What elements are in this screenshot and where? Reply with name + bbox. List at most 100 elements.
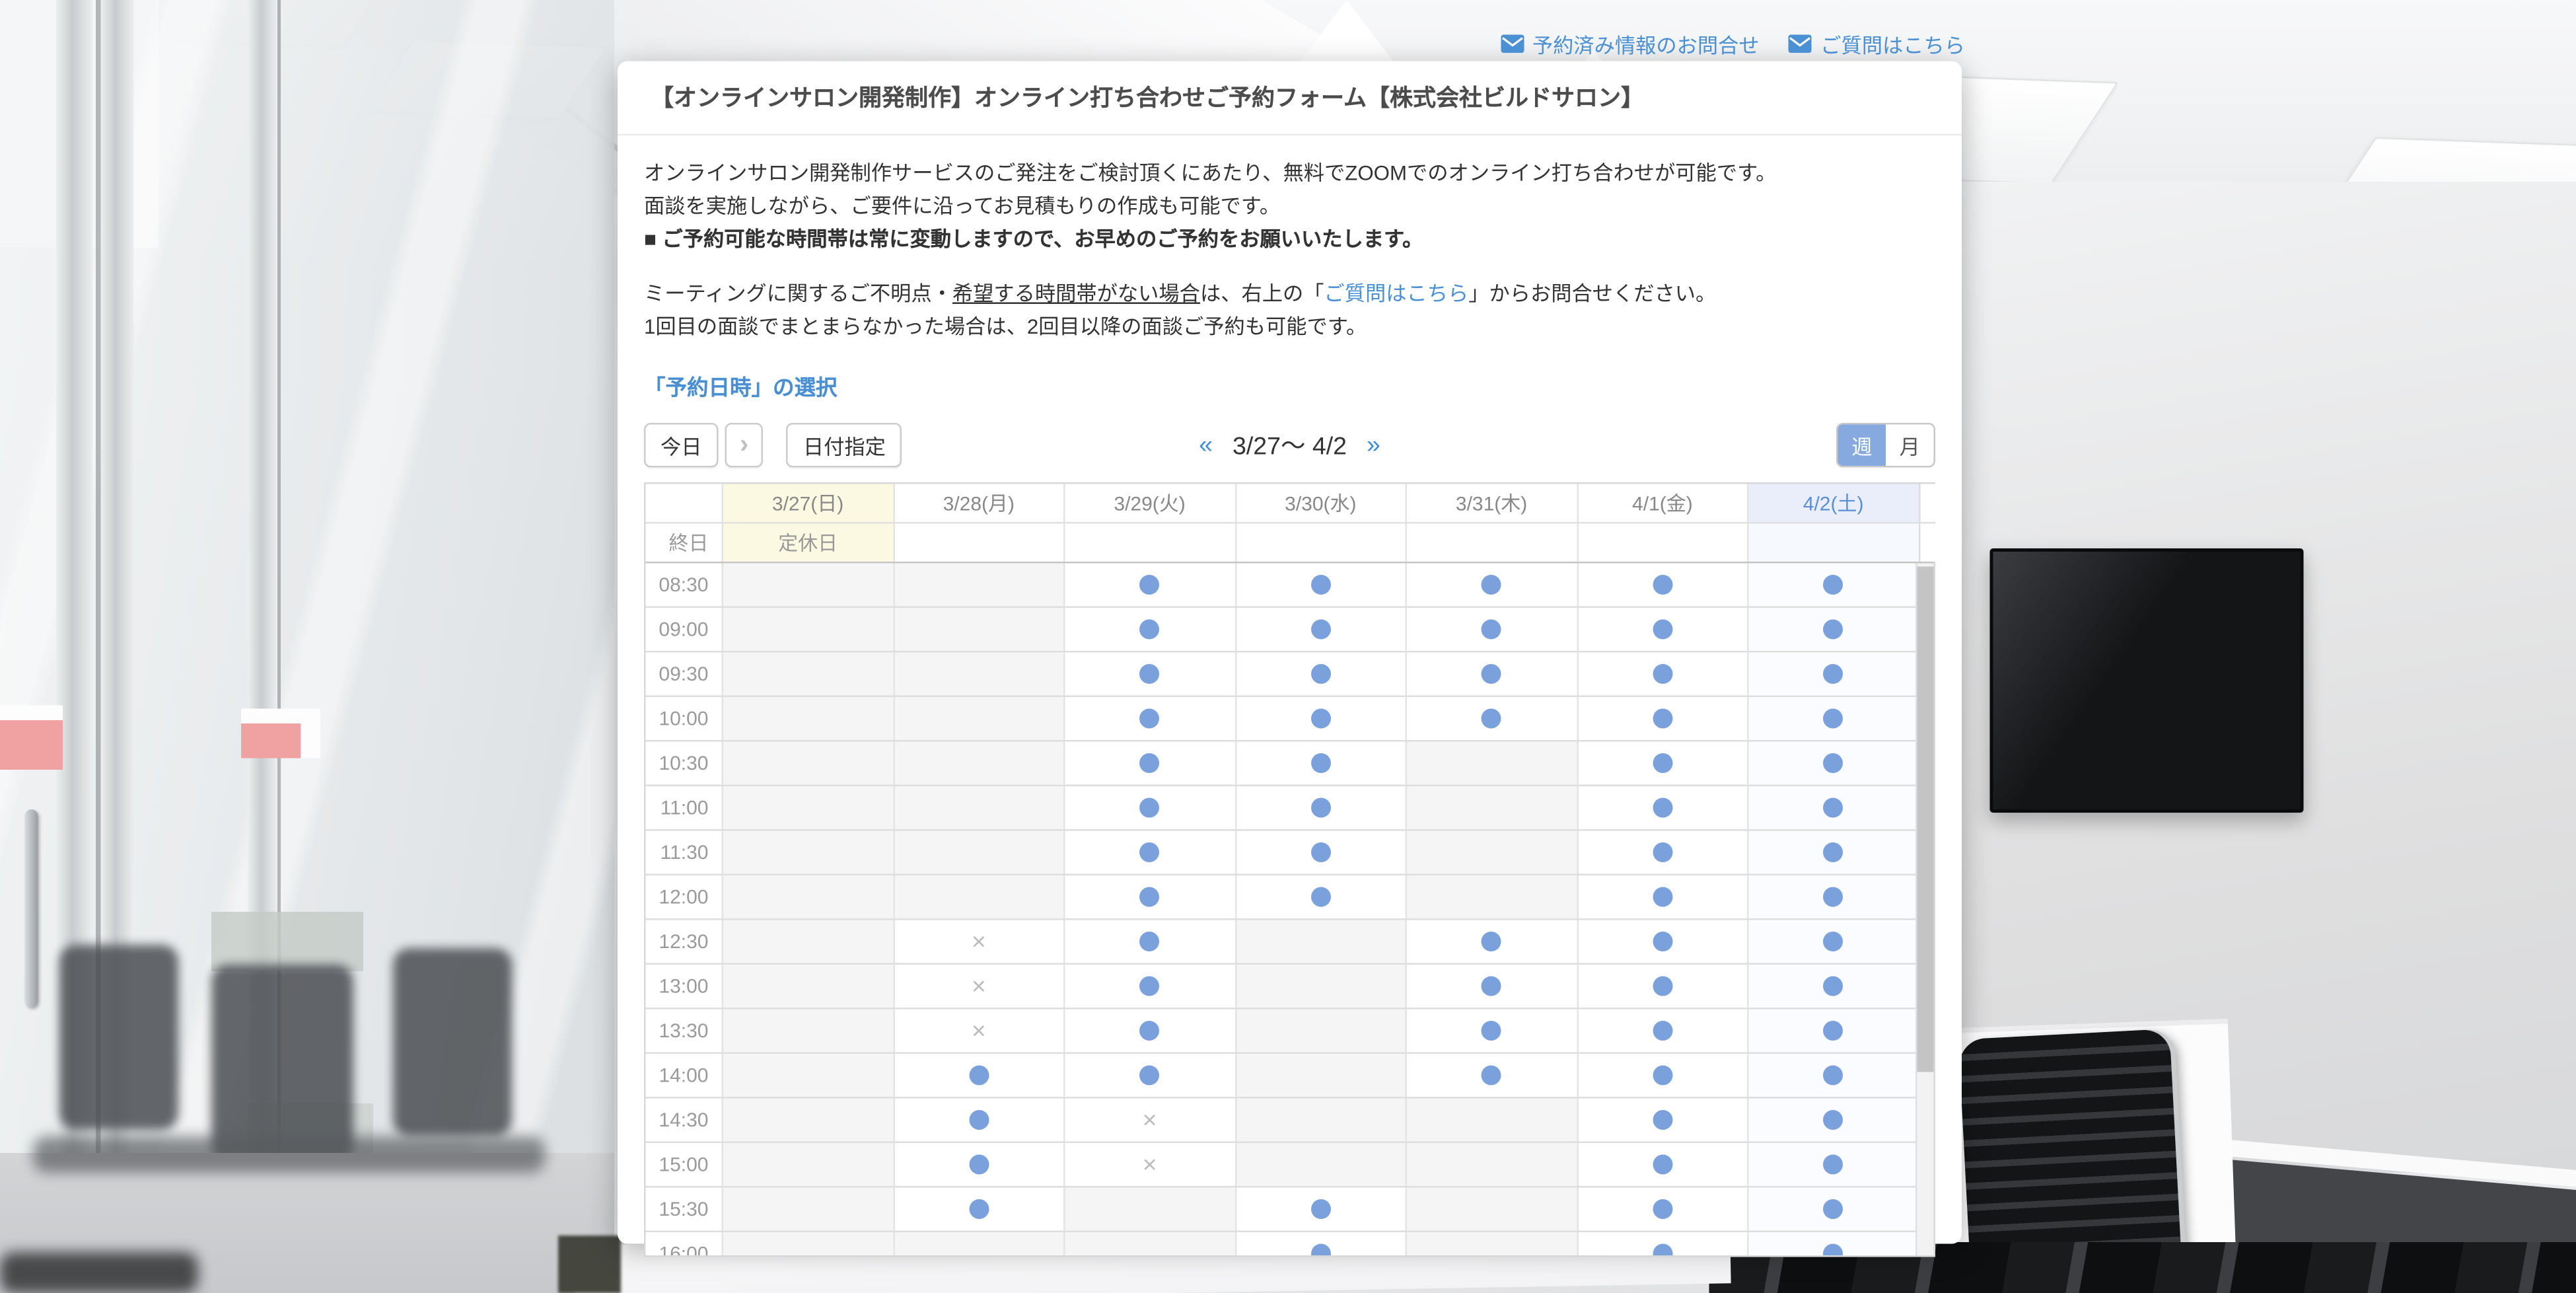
slot-15:00-thu <box>1406 1143 1577 1186</box>
slot-11:30-wed[interactable] <box>1234 831 1406 874</box>
slot-13:30-thu[interactable] <box>1406 1010 1577 1053</box>
available-dot-icon <box>1824 575 1843 595</box>
time-label-15:00: 15:00 <box>646 1143 722 1186</box>
slot-13:30-sat[interactable] <box>1747 1010 1918 1053</box>
slot-09:00-mon <box>892 608 1063 651</box>
slot-09:30-fri[interactable] <box>1576 653 1747 696</box>
next-chevron-button[interactable]: › <box>725 423 764 468</box>
slot-09:30-sat[interactable] <box>1747 653 1918 696</box>
available-dot-icon <box>1824 709 1843 729</box>
slot-15:00-sat[interactable] <box>1747 1143 1918 1186</box>
slot-11:30-tue[interactable] <box>1063 831 1234 874</box>
slot-09:00-thu[interactable] <box>1406 608 1577 651</box>
slot-11:30-sat[interactable] <box>1747 831 1918 874</box>
slot-12:30-sat[interactable] <box>1747 920 1918 963</box>
date-pick-button[interactable]: 日付指定 <box>787 423 902 468</box>
slot-09:30-wed[interactable] <box>1234 653 1406 696</box>
slot-15:30-wed[interactable] <box>1234 1188 1406 1231</box>
slot-11:00-fri[interactable] <box>1576 786 1747 829</box>
time-label-10:30: 10:30 <box>646 742 722 785</box>
available-dot-icon <box>1482 932 1501 951</box>
slot-09:00-fri[interactable] <box>1576 608 1747 651</box>
slot-11:30-sun <box>722 831 893 874</box>
slot-11:30-thu <box>1406 831 1577 874</box>
allday-cell-sun: 定休日 <box>722 524 893 562</box>
available-dot-icon <box>1824 1066 1843 1086</box>
available-dot-icon <box>1653 977 1672 996</box>
slot-08:30-tue[interactable] <box>1063 564 1234 607</box>
slot-14:00-thu[interactable] <box>1406 1054 1577 1097</box>
slot-10:30-fri[interactable] <box>1576 742 1747 785</box>
time-label-14:30: 14:30 <box>646 1099 722 1142</box>
slot-10:30-mon <box>892 742 1063 785</box>
available-dot-icon <box>1310 575 1330 595</box>
slot-10:00-fri[interactable] <box>1576 697 1747 740</box>
slot-11:00-wed[interactable] <box>1234 786 1406 829</box>
slot-10:00-wed[interactable] <box>1234 697 1406 740</box>
slot-10:00-sat[interactable] <box>1747 697 1918 740</box>
slot-11:00-tue[interactable] <box>1063 786 1234 829</box>
slot-12:00-fri[interactable] <box>1576 875 1747 918</box>
slot-08:30-fri[interactable] <box>1576 564 1747 607</box>
slot-11:30-fri[interactable] <box>1576 831 1747 874</box>
slot-15:00-mon[interactable] <box>892 1143 1063 1186</box>
slot-09:00-sat[interactable] <box>1747 608 1918 651</box>
slot-10:30-wed[interactable] <box>1234 742 1406 785</box>
slot-14:00-mon[interactable] <box>892 1054 1063 1097</box>
slot-13:30-tue[interactable] <box>1063 1010 1234 1053</box>
slot-12:30-fri[interactable] <box>1576 920 1747 963</box>
slot-16:00-wed[interactable] <box>1234 1232 1406 1255</box>
slot-14:30-mon[interactable] <box>892 1099 1063 1142</box>
slot-13:00-sat[interactable] <box>1747 965 1918 1008</box>
slot-13:00-fri[interactable] <box>1576 965 1747 1008</box>
available-dot-icon <box>1482 575 1501 595</box>
slot-08:30-thu[interactable] <box>1406 564 1577 607</box>
slot-09:30-thu[interactable] <box>1406 653 1577 696</box>
slot-12:00-sat[interactable] <box>1747 875 1918 918</box>
slot-14:00-tue[interactable] <box>1063 1054 1234 1097</box>
slot-13:30-fri[interactable] <box>1576 1010 1747 1053</box>
booked-info-link[interactable]: 予約済み情報のお問合せ <box>1501 28 1759 60</box>
slot-16:00-sat[interactable] <box>1747 1232 1918 1255</box>
slot-15:00-fri[interactable] <box>1576 1143 1747 1186</box>
slot-10:30-sat[interactable] <box>1747 742 1918 785</box>
question-link[interactable]: ご質問はこちら <box>1789 28 1965 60</box>
time-label-13:00: 13:00 <box>646 965 722 1008</box>
slot-12:30-thu[interactable] <box>1406 920 1577 963</box>
slot-09:00-wed[interactable] <box>1234 608 1406 651</box>
slot-15:30-sat[interactable] <box>1747 1188 1918 1231</box>
slot-10:30-tue[interactable] <box>1063 742 1234 785</box>
slot-14:00-fri[interactable] <box>1576 1054 1747 1097</box>
slot-12:00-tue[interactable] <box>1063 875 1234 918</box>
slot-12:00-wed[interactable] <box>1234 875 1406 918</box>
slot-12:30-tue[interactable] <box>1063 920 1234 963</box>
slot-09:00-tue[interactable] <box>1063 608 1234 651</box>
faq-pre: ミーティングに関するご不明点・ <box>644 283 952 306</box>
slot-13:00-thu[interactable] <box>1406 965 1577 1008</box>
slot-15:30-fri[interactable] <box>1576 1188 1747 1231</box>
week-view-button[interactable]: 週 <box>1838 425 1886 466</box>
slot-16:00-fri[interactable] <box>1576 1232 1747 1255</box>
scrollbar-track[interactable] <box>1915 564 1934 1256</box>
slot-08:30-sat[interactable] <box>1747 564 1918 607</box>
today-button[interactable]: 今日 <box>644 423 719 468</box>
slot-12:00-sun <box>722 875 893 918</box>
slot-08:30-wed[interactable] <box>1234 564 1406 607</box>
slot-09:30-tue[interactable] <box>1063 653 1234 696</box>
month-view-button[interactable]: 月 <box>1886 425 1934 466</box>
prev-week-arrow[interactable]: « <box>1199 431 1213 460</box>
slot-10:00-tue[interactable] <box>1063 697 1234 740</box>
available-dot-icon <box>1653 1110 1672 1130</box>
slot-14:30-fri[interactable] <box>1576 1099 1747 1142</box>
slot-13:00-tue[interactable] <box>1063 965 1234 1008</box>
slot-11:00-sat[interactable] <box>1747 786 1918 829</box>
faq-question-link[interactable]: ご質問はこちら <box>1324 283 1468 306</box>
available-dot-icon <box>969 1199 989 1219</box>
next-week-arrow[interactable]: » <box>1367 431 1380 460</box>
slot-15:30-mon[interactable] <box>892 1188 1063 1231</box>
slot-10:00-thu[interactable] <box>1406 697 1577 740</box>
slot-14:00-sat[interactable] <box>1747 1054 1918 1097</box>
scrollbar-thumb[interactable] <box>1917 567 1934 1072</box>
available-dot-icon <box>1140 932 1160 951</box>
slot-14:30-sat[interactable] <box>1747 1099 1918 1142</box>
